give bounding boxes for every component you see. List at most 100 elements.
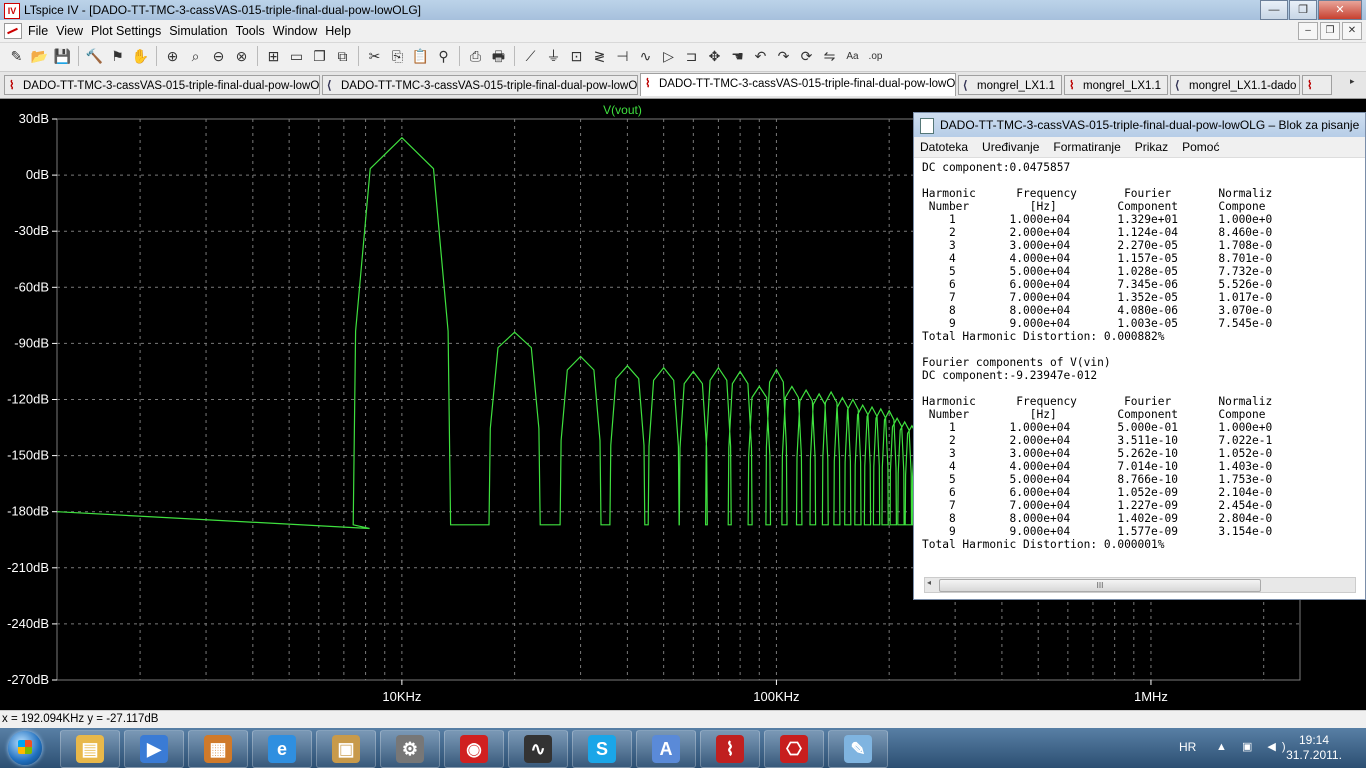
taskbar-app-skype[interactable]: S <box>572 730 632 768</box>
spice-directive-icon[interactable]: .op <box>865 46 886 67</box>
menu-window[interactable]: Window <box>273 24 325 38</box>
menu-plot-settings[interactable]: Plot Settings <box>91 24 169 38</box>
close-all-icon[interactable]: ⧉ <box>332 46 353 67</box>
label-icon[interactable]: ⊡ <box>566 46 587 67</box>
y-tick-label: -90dB <box>14 335 49 350</box>
y-tick-label: 0dB <box>26 167 49 182</box>
toolbar-separator <box>78 46 79 66</box>
paste-icon[interactable]: 📋 <box>410 46 431 67</box>
tab-plot-4[interactable]: ⌇ mongrel_LX1.1 <box>1064 75 1168 95</box>
taskbar-app-device[interactable]: ⚙ <box>380 730 440 768</box>
tray-icons[interactable]: ▲ ▣ ◀) <box>1216 740 1292 753</box>
mirror-icon[interactable]: ⇋ <box>819 46 840 67</box>
scroll-thumb[interactable]: III <box>939 579 1261 592</box>
plot-document-icon[interactable] <box>4 23 22 39</box>
tab-plot-2[interactable]: ⌇ DADO-TT-TMC-3-cassVAS-015-triple-final-… <box>640 73 956 96</box>
wire-icon[interactable]: ⟋ <box>520 46 541 67</box>
inductor-icon[interactable]: ∿ <box>635 46 656 67</box>
zoom-cancel-icon[interactable]: ⊗ <box>231 46 252 67</box>
x-tick-label: 100KHz <box>753 689 799 704</box>
notepad-menu-item[interactable]: Datoteka <box>920 140 968 154</box>
text-icon[interactable]: Aa <box>842 46 863 67</box>
clock[interactable]: 19:14 31.7.2011. <box>1284 733 1344 763</box>
menu-simulation[interactable]: Simulation <box>169 24 235 38</box>
notepad-title-bar[interactable]: DADO-TT-TMC-3-cassVAS-015-triple-final-d… <box>914 113 1365 137</box>
ltspice-app-icon[interactable]: IV <box>4 3 20 19</box>
autorange-icon[interactable]: ⊞ <box>263 46 284 67</box>
taskbar-app-wordpad[interactable]: A <box>636 730 696 768</box>
diode-icon[interactable]: ▷ <box>658 46 679 67</box>
move-icon[interactable]: ✥ <box>704 46 725 67</box>
tab-scroll-right-icon[interactable]: ▸ <box>1350 76 1362 94</box>
toolbar-separator <box>257 46 258 66</box>
taskbar-app-ie[interactable]: e <box>252 730 312 768</box>
redo-icon[interactable]: ↷ <box>773 46 794 67</box>
taskbar-app-explorer[interactable]: ▤ <box>60 730 120 768</box>
skype-icon: S <box>588 735 616 763</box>
control-panel-icon[interactable]: 🔨 <box>84 46 105 67</box>
taskbar-app-media-player[interactable]: ▶ <box>124 730 184 768</box>
plot-pane[interactable]: 30dB 0dB -30dB -60dB -90dB -120dB -150dB -180dB… <box>0 99 1366 710</box>
zoom-area-icon[interactable]: ⌕ <box>185 46 206 67</box>
save-icon[interactable]: 💾 <box>52 46 73 67</box>
mdi-minimize-button[interactable]: – <box>1298 22 1318 40</box>
notepad-horizontal-scrollbar[interactable]: ◂ III <box>924 577 1356 593</box>
cut-icon[interactable]: ✂ <box>364 46 385 67</box>
y-tick-label: -120dB <box>7 392 49 407</box>
zoom-in-icon[interactable]: ⊕ <box>162 46 183 67</box>
tab-schematic-3[interactable]: ⟨ mongrel_LX1.1 <box>958 75 1062 95</box>
new-schematic-icon[interactable]: ✎ <box>6 46 27 67</box>
run-icon[interactable]: ⚑ <box>107 46 128 67</box>
tab-label: DADO-TT-TMC-3-cassVAS-015-triple-final-d… <box>341 80 638 92</box>
close-button[interactable]: ✕ <box>1318 0 1362 20</box>
tab-plot-0[interactable]: ⌇ DADO-TT-TMC-3-cassVAS-015-triple-final-… <box>4 75 320 95</box>
notepad-menu-item[interactable]: Formatiranje <box>1053 140 1120 154</box>
language-indicator[interactable]: HR <box>1179 740 1196 754</box>
y-tick-label: -150dB <box>7 448 49 463</box>
maximize-button[interactable]: ❐ <box>1289 0 1317 20</box>
menu-file[interactable]: File <box>28 24 56 38</box>
cascade-icon[interactable]: ❐ <box>309 46 330 67</box>
taskbar-app-oscilloscope[interactable]: ∿ <box>508 730 568 768</box>
tile-icon[interactable]: ▭ <box>286 46 307 67</box>
tab-plot-6[interactable]: ⌇ <box>1302 75 1332 95</box>
taskbar-app-acrobat[interactable]: ⎔ <box>764 730 824 768</box>
tab-schematic-1[interactable]: ⟨ DADO-TT-TMC-3-cassVAS-015-triple-final-… <box>322 75 638 95</box>
rotate-icon[interactable]: ⟳ <box>796 46 817 67</box>
windows-logo-icon <box>8 731 42 765</box>
notepad-window[interactable]: DADO-TT-TMC-3-cassVAS-015-triple-final-d… <box>913 112 1366 600</box>
print-preview-icon[interactable]: ⎙ <box>465 46 486 67</box>
undo-icon[interactable]: ↶ <box>750 46 771 67</box>
notepad-menu-item[interactable]: Uređivanje <box>982 140 1039 154</box>
tab-schematic-5[interactable]: ⟨ mongrel_LX1.1-dado <box>1170 75 1300 95</box>
open-icon[interactable]: 📂 <box>29 46 50 67</box>
ground-icon[interactable]: ⏚ <box>543 46 564 67</box>
component-icon[interactable]: ⊐ <box>681 46 702 67</box>
find-icon[interactable]: ⚲ <box>433 46 454 67</box>
menu-view[interactable]: View <box>56 24 91 38</box>
start-button[interactable] <box>2 729 52 767</box>
menu-tools[interactable]: Tools <box>236 24 273 38</box>
notepad-menu-item[interactable]: Prikaz <box>1135 140 1168 154</box>
waveform-icon: ⌇ <box>1069 80 1075 92</box>
toolbar-separator <box>358 46 359 66</box>
print-icon[interactable]: 🖶 <box>488 46 509 67</box>
mdi-close-button[interactable]: ✕ <box>1342 22 1362 40</box>
taskbar-app-calculator[interactable]: ▦ <box>188 730 248 768</box>
menu-help[interactable]: Help <box>325 24 359 38</box>
taskbar-app-image-viewer[interactable]: ▣ <box>316 730 376 768</box>
mdi-restore-button[interactable]: ❐ <box>1320 22 1340 40</box>
halt-icon[interactable]: ✋ <box>130 46 151 67</box>
zoom-out-icon[interactable]: ⊖ <box>208 46 229 67</box>
notepad-menu-item[interactable]: Pomoć <box>1182 140 1219 154</box>
resistor-icon[interactable]: ≷ <box>589 46 610 67</box>
drag-icon[interactable]: ☚ <box>727 46 748 67</box>
scroll-left-icon[interactable]: ◂ <box>927 578 931 587</box>
taskbar-app-antivirus[interactable]: ◉ <box>444 730 504 768</box>
copy-icon[interactable]: ⎘ <box>387 46 408 67</box>
taskbar-app-notepad[interactable]: ✎ <box>828 730 888 768</box>
minimize-button[interactable]: — <box>1260 0 1288 20</box>
capacitor-icon[interactable]: ⊣ <box>612 46 633 67</box>
taskbar-app-ltspice[interactable]: ⌇ <box>700 730 760 768</box>
notepad-text-area[interactable]: DC component:0.0475857 Harmonic Frequenc… <box>922 161 1272 551</box>
